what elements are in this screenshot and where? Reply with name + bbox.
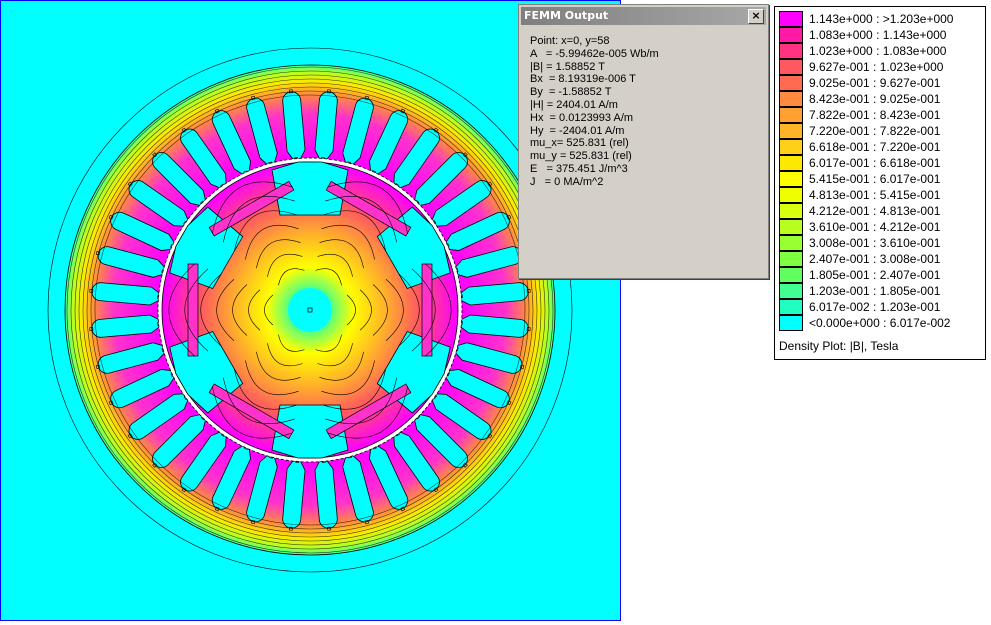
legend-label: 6.017e-001 : 6.618e-001 bbox=[809, 156, 941, 170]
output-line-muy: mu_y = 525.831 (rel) bbox=[530, 150, 632, 163]
rotor-magnet bbox=[421, 263, 433, 357]
legend-label: 5.415e-001 : 6.017e-001 bbox=[809, 172, 941, 186]
legend-swatch bbox=[779, 219, 803, 235]
output-line-b-mag: |B| = 1.58852 T bbox=[530, 60, 605, 73]
close-button[interactable]: × bbox=[748, 9, 764, 24]
output-line-by: By = -1.58852 T bbox=[530, 86, 612, 99]
legend-swatch bbox=[779, 91, 803, 107]
legend-label: 6.017e-002 : 1.203e-001 bbox=[809, 300, 941, 314]
legend-swatch bbox=[779, 203, 803, 219]
output-line-j: J = 0 MA/m^2 bbox=[530, 175, 604, 188]
legend-label: 3.610e-001 : 4.212e-001 bbox=[809, 220, 941, 234]
legend-swatch bbox=[779, 11, 803, 27]
legend-swatch bbox=[779, 251, 803, 267]
output-line-h-mag: |H| = 2404.01 A/m bbox=[530, 98, 618, 111]
legend-label: 1.143e+000 : >1.203e+000 bbox=[809, 12, 954, 26]
output-line-e: E = 375.451 J/m^3 bbox=[530, 162, 628, 175]
legend-swatch bbox=[779, 235, 803, 251]
legend-swatch bbox=[779, 171, 803, 187]
legend-label: 1.805e-001 : 2.407e-001 bbox=[809, 268, 941, 282]
output-line-mux: mu_x= 525.831 (rel) bbox=[530, 137, 629, 150]
legend-label: <0.000e+000 : 6.017e-002 bbox=[809, 316, 951, 330]
legend-label: 9.025e-001 : 9.627e-001 bbox=[809, 76, 941, 90]
legend-label: 1.203e-001 : 1.805e-001 bbox=[809, 284, 941, 298]
rotor-magnet bbox=[187, 263, 199, 357]
legend-label: 1.083e+000 : 1.143e+000 bbox=[809, 28, 947, 42]
legend-swatch bbox=[779, 43, 803, 59]
output-line-a: A = -5.99462e-005 Wb/m bbox=[530, 47, 659, 60]
legend-swatch bbox=[779, 139, 803, 155]
output-line-point: Point: x=0, y=58 bbox=[530, 35, 610, 47]
legend-swatch bbox=[779, 123, 803, 139]
legend-swatch bbox=[779, 315, 803, 331]
density-legend: 1.143e+000 : >1.203e+000 1.083e+000 : 1.1… bbox=[774, 6, 986, 360]
output-line-hx: Hx = 0.0123993 A/m bbox=[530, 111, 634, 124]
output-line-hy: Hy = -2404.01 A/m bbox=[530, 124, 625, 137]
legend-swatch bbox=[779, 59, 803, 75]
output-window-title: FEMM Output bbox=[524, 9, 609, 22]
rotor bbox=[161, 161, 459, 459]
legend-swatch bbox=[779, 107, 803, 123]
legend-swatch bbox=[779, 267, 803, 283]
femm-output-window[interactable]: FEMM Output × Point: x=0, y=58 A = -5.99… bbox=[518, 4, 769, 279]
output-window-body: Point: x=0, y=58 A = -5.99462e-005 Wb/m … bbox=[521, 27, 766, 276]
legend-label: 1.023e+000 : 1.083e+000 bbox=[809, 44, 947, 58]
legend-label: 9.627e-001 : 1.023e+000 bbox=[809, 60, 944, 74]
legend-label: 8.423e-001 : 9.025e-001 bbox=[809, 92, 941, 106]
legend-label: 7.220e-001 : 7.822e-001 bbox=[809, 124, 941, 138]
output-line-bx: Bx = 8.19319e-006 T bbox=[530, 73, 636, 86]
legend-caption: Density Plot: |B|, Tesla bbox=[779, 339, 899, 353]
legend-swatch bbox=[779, 187, 803, 203]
legend-label: 7.822e-001 : 8.423e-001 bbox=[809, 108, 941, 122]
legend-label: 2.407e-001 : 3.008e-001 bbox=[809, 252, 941, 266]
legend-swatch bbox=[779, 299, 803, 315]
legend-swatch bbox=[779, 27, 803, 43]
legend-label: 3.008e-001 : 3.610e-001 bbox=[809, 236, 941, 250]
legend-label: 4.813e-001 : 5.415e-001 bbox=[809, 188, 941, 202]
output-window-titlebar[interactable]: FEMM Output × bbox=[521, 7, 766, 25]
legend-label: 6.618e-001 : 7.220e-001 bbox=[809, 140, 941, 154]
legend-label: 4.212e-001 : 4.813e-001 bbox=[809, 204, 941, 218]
legend-swatch bbox=[779, 155, 803, 171]
legend-swatch bbox=[779, 75, 803, 91]
legend-swatch bbox=[779, 283, 803, 299]
